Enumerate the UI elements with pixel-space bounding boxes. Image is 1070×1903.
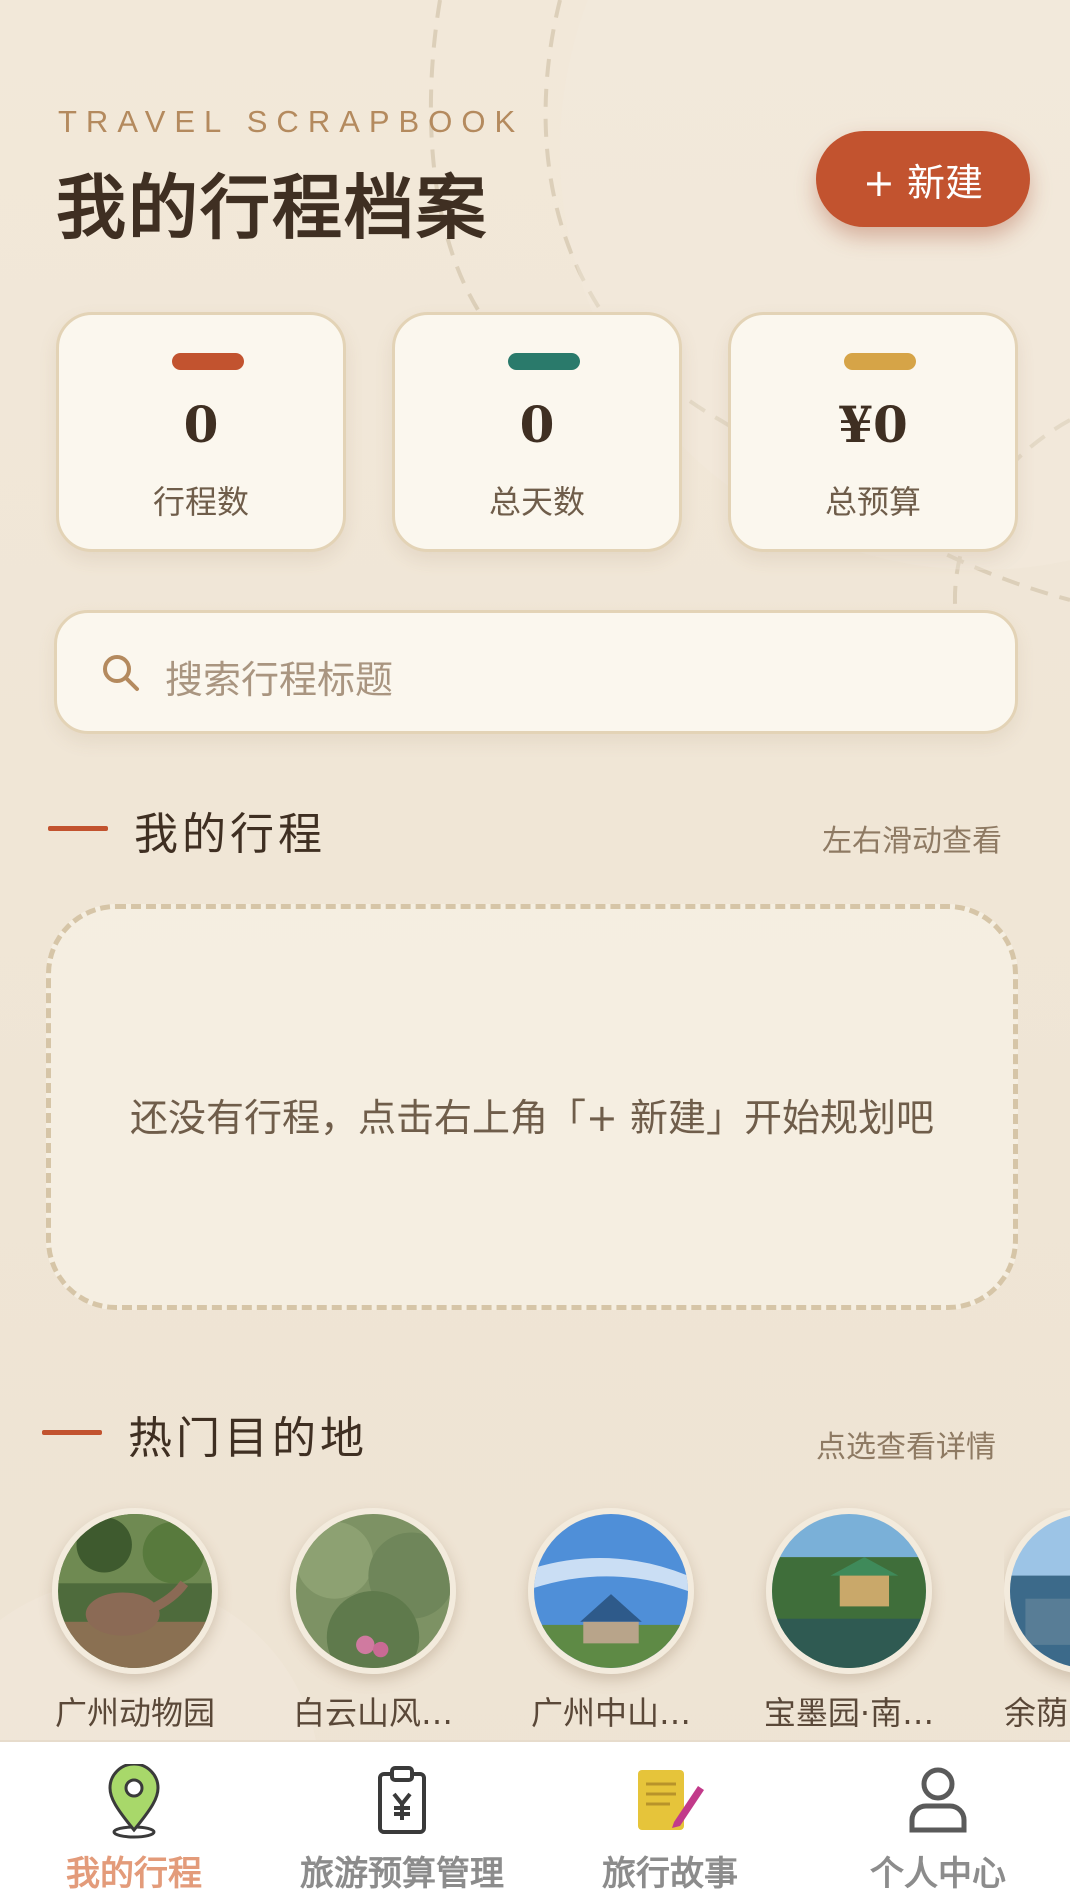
destinations-hint: 点选查看详情 <box>816 1430 996 1465</box>
destination-item[interactable]: 余荫 <box>1004 1508 1070 1734</box>
destination-item[interactable]: 白云山风… <box>290 1508 456 1734</box>
my-trips-heading: 我的行程 <box>134 809 326 860</box>
stat-card-days: 0 总天数 <box>392 312 682 552</box>
empty-message: 还没有行程，点击右上角「+ 新建」开始规划吧 <box>130 1096 934 1140</box>
destination-name: 宝墨园·南… <box>763 1694 935 1732</box>
nav-my-trips[interactable]: 我的行程 <box>0 1742 268 1903</box>
stat-color-bar <box>844 353 916 370</box>
destination-name: 广州动物园 <box>54 1694 215 1732</box>
destination-item[interactable]: 宝墨园·南… <box>764 1508 934 1734</box>
notebook-pen-icon <box>632 1764 708 1840</box>
nav-budget[interactable]: 旅游预算管理 <box>268 1742 536 1903</box>
destination-photo-zoo <box>52 1508 218 1674</box>
search-placeholder: 搜索行程标题 <box>165 658 394 702</box>
destination-photo-yuyin-garden <box>1004 1508 1070 1674</box>
stat-color-bar <box>172 353 244 370</box>
destinations-heading: 热门目的地 <box>128 1413 368 1464</box>
stat-value: 0 <box>519 395 555 454</box>
destination-name: 余荫 <box>1004 1694 1069 1732</box>
stat-value: ¥0 <box>838 395 908 454</box>
nav-label: 我的行程 <box>66 1854 202 1894</box>
nav-label: 旅行故事 <box>602 1854 738 1894</box>
destination-item[interactable]: 广州动物园 <box>52 1508 218 1734</box>
bottom-navigation: 我的行程 旅游预算管理 旅行故事 个人中心 <box>0 1740 1070 1903</box>
section-accent-line <box>42 1430 102 1435</box>
destination-name: 白云山风… <box>292 1694 453 1732</box>
nav-label: 旅游预算管理 <box>300 1854 504 1894</box>
destination-item[interactable]: 广州中山… <box>528 1508 694 1734</box>
eyebrow-text: TRAVEL SCRAPBOOK <box>58 104 525 139</box>
nav-travel-stories[interactable]: 旅行故事 <box>536 1742 804 1903</box>
my-trips-hint: 左右滑动查看 <box>822 824 1002 859</box>
destination-photo-baiyun <box>290 1508 456 1674</box>
stat-card-budget: ¥0 总预算 <box>728 312 1018 552</box>
budget-clipboard-icon <box>374 1764 430 1840</box>
empty-trips-placeholder: 还没有行程，点击右上角「+ 新建」开始规划吧 <box>46 904 1018 1310</box>
stat-label: 总天数 <box>488 483 585 521</box>
stat-label: 行程数 <box>152 483 249 521</box>
section-accent-line <box>48 826 108 831</box>
destination-photo-baomo-garden <box>766 1508 932 1674</box>
map-pin-icon <box>104 1762 164 1844</box>
nav-profile[interactable]: 个人中心 <box>804 1742 1070 1903</box>
stat-card-trips: 0 行程数 <box>56 312 346 552</box>
page: TRAVEL SCRAPBOOK 我的行程档案 + 新建 0 行程数 0 总天数… <box>0 0 1070 1903</box>
nav-label: 个人中心 <box>870 1854 1006 1894</box>
destination-name: 广州中山… <box>530 1694 691 1732</box>
search-input[interactable]: 搜索行程标题 <box>54 610 1018 734</box>
stat-label: 总预算 <box>824 483 921 521</box>
search-icon <box>99 651 143 699</box>
page-title: 我的行程档案 <box>56 166 488 249</box>
destination-photo-sun-yat-sen-hall <box>528 1508 694 1674</box>
new-trip-button[interactable]: + 新建 <box>816 131 1030 227</box>
stat-value: 0 <box>183 395 219 454</box>
person-icon <box>906 1764 970 1840</box>
stat-color-bar <box>508 353 580 370</box>
